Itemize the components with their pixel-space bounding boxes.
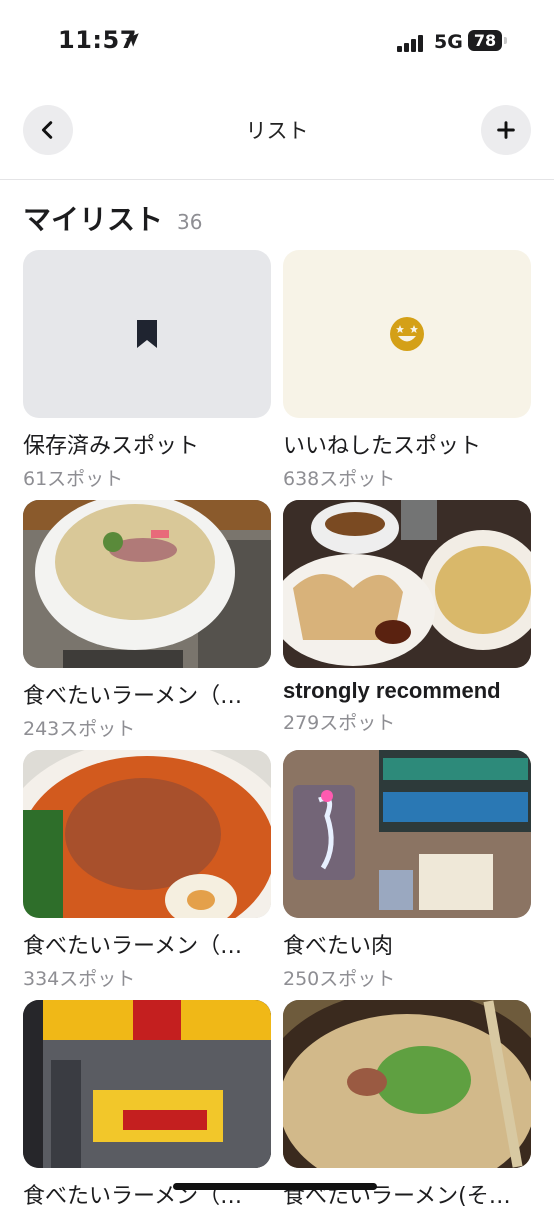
list-card-ramen-3[interactable]: 食べたいラーメン（… [23,1000,271,1210]
list-name: 食べたい肉 [283,934,394,959]
list-count: 36 [177,210,203,234]
list-spot-count: 638スポット [283,468,396,490]
list-spot-count: 61スポット [23,468,124,490]
plus-icon [497,121,515,139]
list-card-ramen-1[interactable]: 食べたいラーメン（… 243スポット [23,500,271,741]
list-thumbnail-photo [283,1000,531,1168]
list-thumbnail-photo [23,1000,271,1168]
miso-ramen-photo [283,1000,531,1168]
bookmark-icon [137,320,157,348]
header-divider [0,179,554,180]
battery-cap [504,37,507,44]
page-title: リスト [245,119,309,143]
neon-bar-photo [283,750,531,918]
list-spot-count: 250スポット [283,968,396,990]
list-thumbnail-photo [283,500,531,668]
list-name: いいねしたスポット [283,434,482,459]
list-card-ramen-4[interactable]: 食べたいラーメン(そ… [283,1000,531,1210]
list-thumbnail-photo [283,750,531,918]
list-spot-count: 243スポット [23,718,136,740]
list-name: 保存済みスポット [23,434,200,459]
list-thumbnail [23,250,271,418]
list-thumbnail-photo [23,750,271,918]
section-title: マイリスト [23,203,164,236]
gyoza-fried-rice-photo [283,500,531,668]
tantanmen-photo [23,750,271,918]
status-bar: 11:57 5G 78 [0,0,554,84]
network-type: 5G [434,31,463,53]
shio-ramen-photo [23,500,271,668]
list-spot-count: 279スポット [283,712,396,734]
home-indicator [173,1183,377,1190]
list-thumbnail [283,250,531,418]
list-name: 食べたいラーメン（… [23,684,243,709]
my-list-header: マイリスト 36 [23,198,202,238]
list-card-ramen-2[interactable]: 食べたいラーメン（… 334スポット [23,750,271,991]
list-spot-count: 334スポット [23,968,136,990]
location-arrow-icon [125,33,139,47]
list-name: strongly recommend [283,678,501,703]
add-list-button[interactable] [481,105,531,155]
list-thumbnail-photo [23,500,271,668]
cellular-signal-icon [397,34,425,52]
battery-icon: 78 [468,30,502,51]
list-card-liked[interactable]: いいねしたスポット 638スポット [283,250,531,491]
list-card-meat[interactable]: 食べたい肉 250スポット [283,750,531,991]
ramen-shop-front-photo [23,1000,271,1168]
list-card-strongly-recommend[interactable]: strongly recommend 279スポット [283,500,531,735]
starry-eyed-smile-icon [390,317,424,351]
list-name: 食べたいラーメン（… [23,934,243,959]
list-card-saved[interactable]: 保存済みスポット 61スポット [23,250,271,491]
